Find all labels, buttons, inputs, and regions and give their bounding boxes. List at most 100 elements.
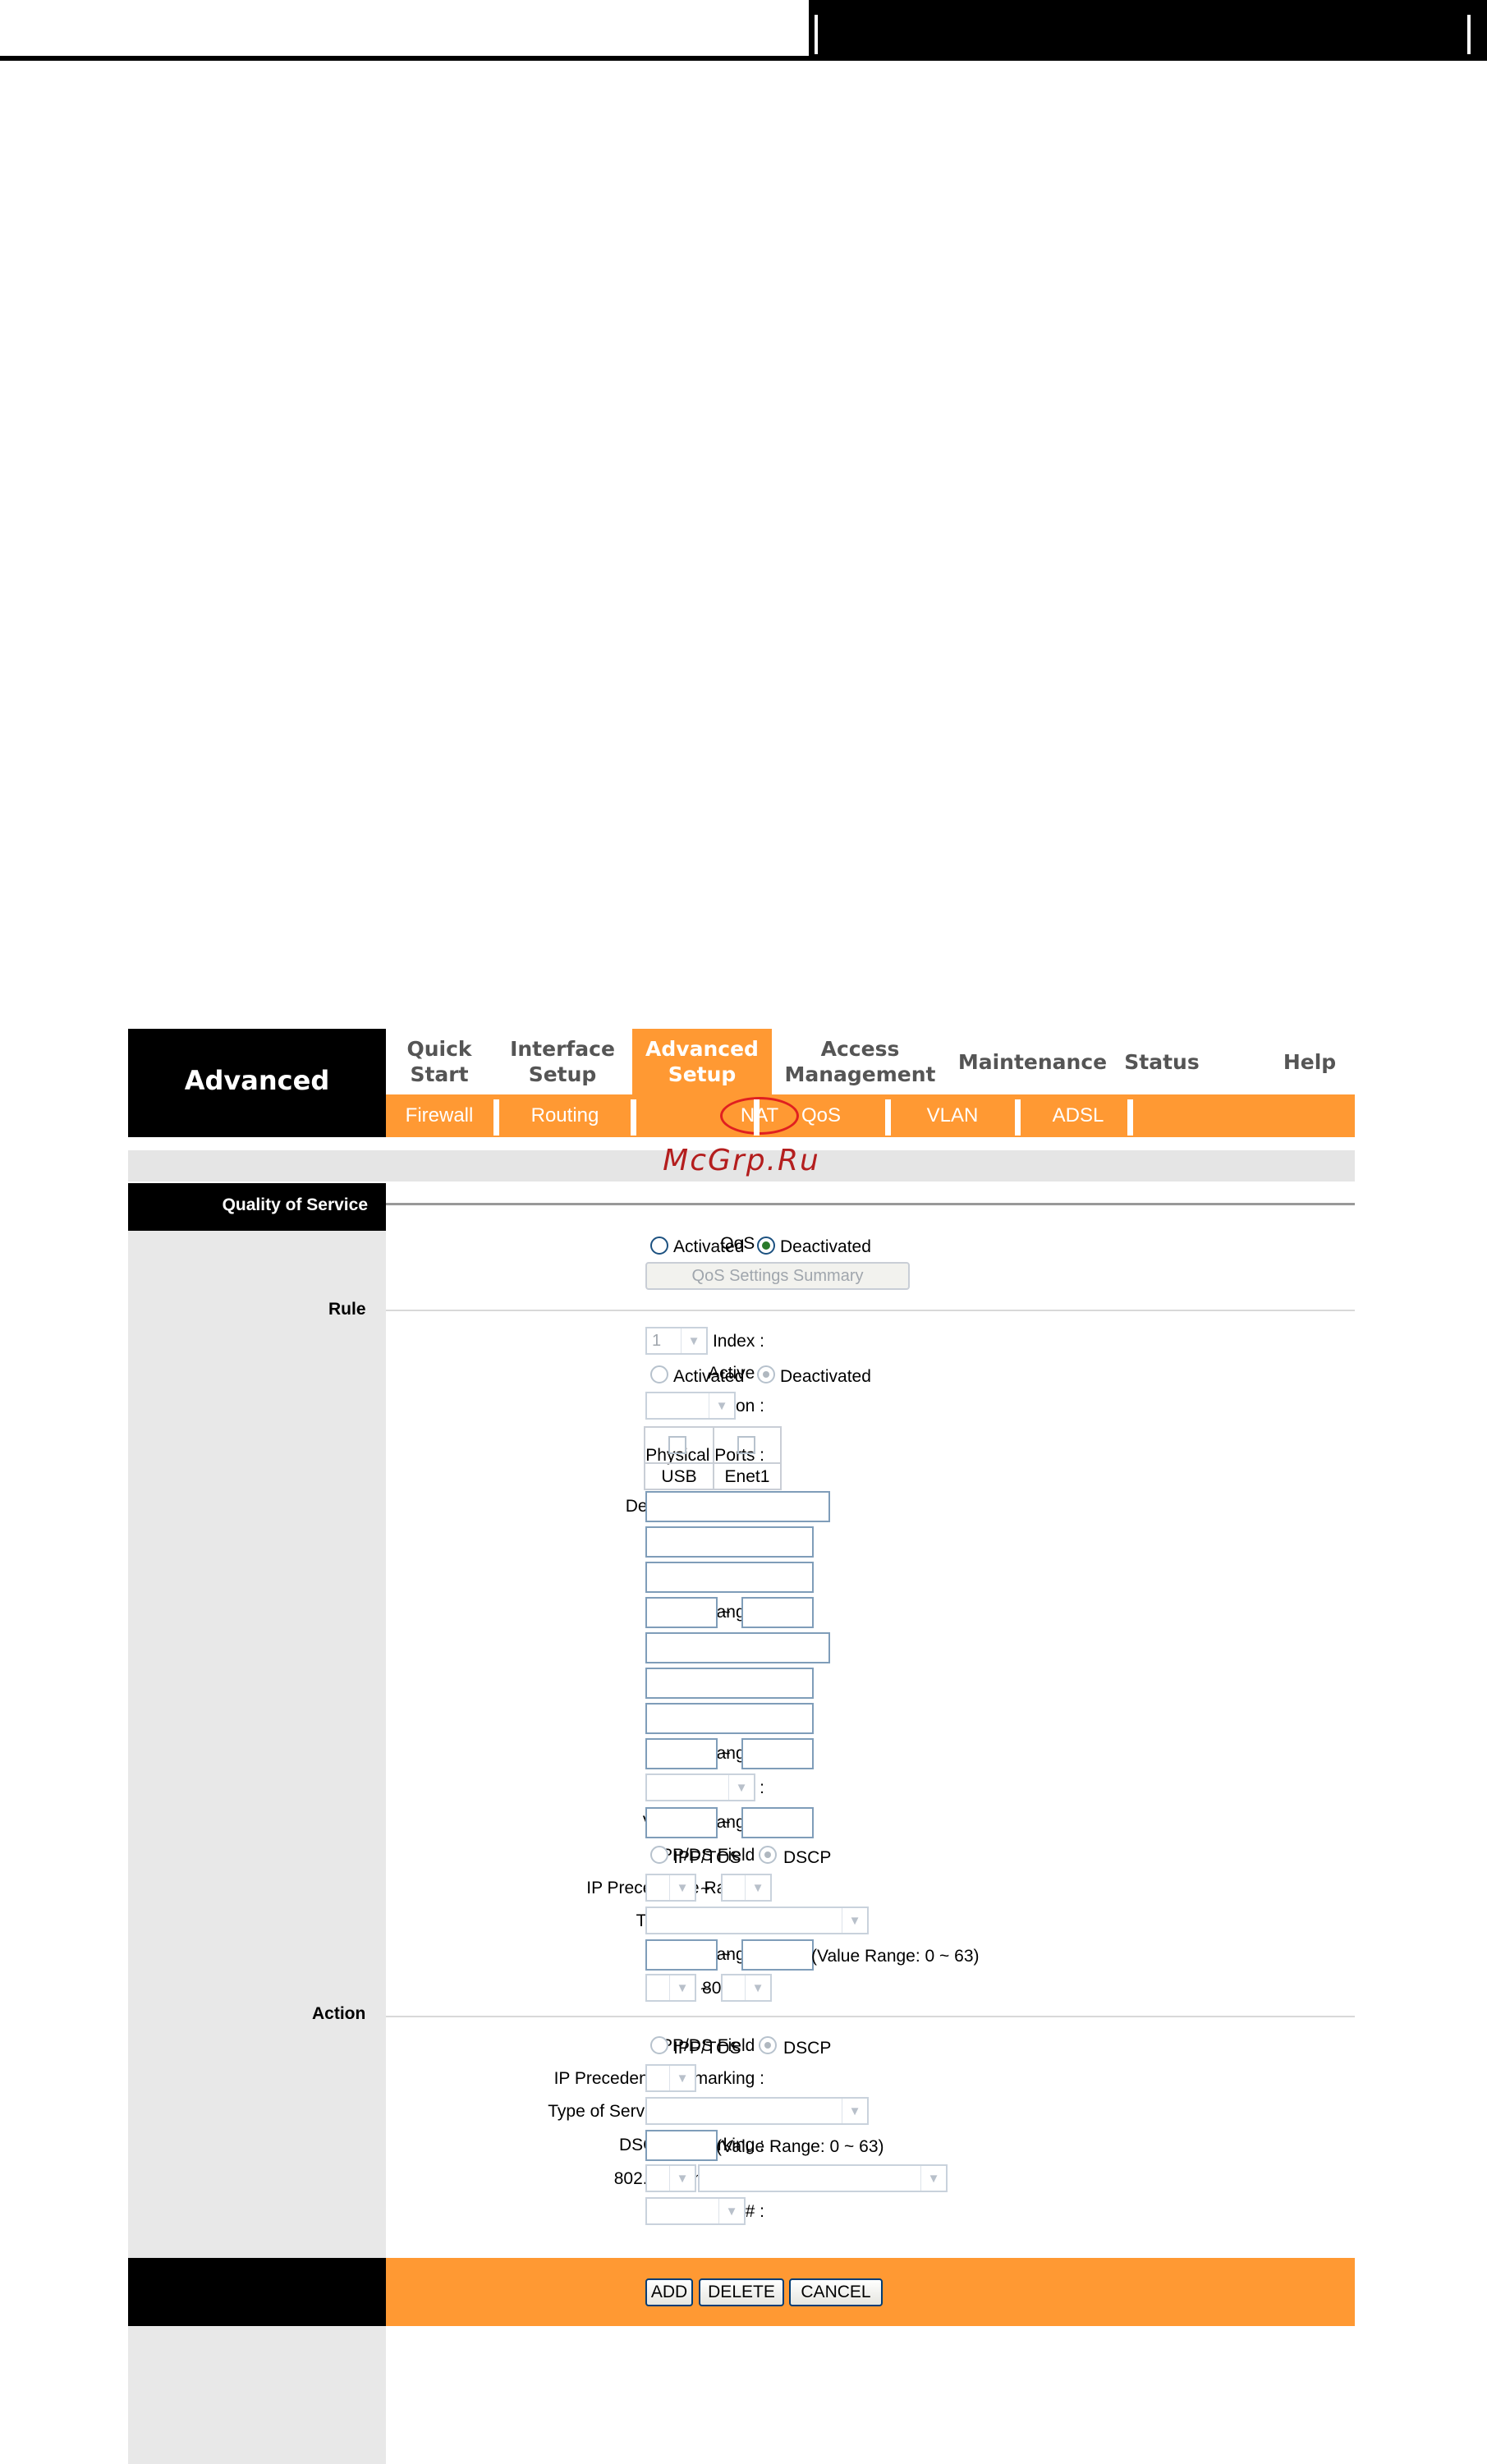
add-button[interactable]: ADD	[645, 2278, 693, 2306]
action-ipptos-radio[interactable]	[650, 2036, 668, 2054]
queue-select[interactable]: ▼	[645, 2197, 746, 2225]
active-activated-radio[interactable]	[650, 1365, 668, 1383]
subnav-routing[interactable]: Routing	[499, 1094, 631, 1137]
nav-label: Help	[1283, 1049, 1337, 1074]
nav-label: Quick Start	[406, 1037, 472, 1086]
section-title: Quality of Service	[222, 1195, 368, 1214]
action-divider	[386, 2016, 1355, 2017]
vlan-start-input[interactable]	[645, 1807, 718, 1838]
qos-activated-text: Activated	[673, 1237, 745, 1256]
dscp-range-hint: (Value Range: 0 ~ 63)	[811, 1947, 980, 1966]
tos-remarking-select[interactable]: ▼	[645, 2097, 869, 2125]
dscp-text: DSCP	[783, 1848, 832, 1867]
dest-ip-input[interactable]	[645, 1526, 814, 1558]
dest-port-range-label: Port Range :	[668, 1603, 764, 1622]
footer-left-block	[128, 2258, 386, 2326]
chevron-down-icon: ▼	[920, 2166, 946, 2191]
subnav-separator	[885, 1099, 891, 1136]
header-bar-mark-left	[815, 15, 818, 54]
brand-block-lower	[128, 1094, 386, 1137]
dot1p-end-select[interactable]: ▼	[721, 1974, 772, 2002]
src-ip-input[interactable]	[645, 1668, 814, 1699]
src-mask-input[interactable]	[645, 1703, 814, 1734]
action-dscp-radio[interactable]	[759, 2036, 777, 2054]
ip-precedence-remarking-label: IP Precedence Remarking :	[553, 2069, 764, 2088]
chevron-down-icon: ▼	[669, 2066, 695, 2090]
dot1p-remarking-select[interactable]: ▼	[645, 2164, 696, 2192]
range-separator: ~	[721, 1745, 731, 1763]
dest-port-end-input[interactable]	[741, 1597, 814, 1628]
usb-port-label: USB	[661, 1467, 697, 1486]
header-right-bar	[809, 0, 1487, 61]
subnav-vlan[interactable]: VLAN	[891, 1094, 1014, 1137]
dest-mask-input[interactable]	[645, 1562, 814, 1593]
protocol-id-select[interactable]: ▼	[645, 1773, 755, 1801]
nav-quick-start[interactable]: Quick Start	[386, 1029, 493, 1094]
nav-status[interactable]: Status	[1117, 1029, 1207, 1094]
ip-precedence-remarking-select[interactable]: ▼	[645, 2064, 696, 2092]
dscp-start-input[interactable]	[645, 1939, 718, 1971]
rule-divider	[386, 1310, 1355, 1311]
active-deactivated-text: Deactivated	[780, 1367, 871, 1386]
src-mac-input[interactable]	[645, 1632, 830, 1663]
ipptos-radio[interactable]	[650, 1846, 668, 1864]
header-left-rule	[0, 56, 809, 61]
range-separator: ~	[700, 1880, 710, 1898]
vlan-id-range-label: Vlan ID Range :	[643, 1813, 764, 1832]
enet1-port-checkbox[interactable]	[737, 1436, 755, 1454]
subnav-firewall[interactable]: Firewall	[386, 1094, 493, 1137]
subnav-separator	[754, 1099, 760, 1136]
rule-index-select[interactable]: 1 ▼	[645, 1327, 708, 1355]
application-select[interactable]: ▼	[645, 1392, 736, 1420]
qos-settings-summary-button[interactable]: QoS Settings Summary	[645, 1262, 910, 1290]
nav-label: Maintenance	[957, 1049, 1108, 1074]
nav-label: Status	[1124, 1049, 1200, 1074]
main-nav: Quick Start Interface Setup Advanced Set…	[386, 1029, 1355, 1094]
action-section-title: Action	[312, 2004, 366, 2023]
range-separator: ~	[721, 1946, 731, 1964]
subnav-label: Routing	[530, 1104, 599, 1126]
brand-title: Advanced	[184, 1065, 330, 1096]
dscp-radio[interactable]	[759, 1846, 777, 1864]
chevron-down-icon: ▼	[745, 1875, 770, 1900]
nav-label: Access Management	[784, 1037, 936, 1086]
cancel-button[interactable]: CANCEL	[789, 2278, 883, 2306]
nav-access-management[interactable]: Access Management	[772, 1029, 948, 1094]
active-deactivated-radio[interactable]	[757, 1365, 775, 1383]
nav-help[interactable]: Help	[1264, 1029, 1355, 1094]
src-port-end-input[interactable]	[741, 1738, 814, 1769]
subnav-separator	[631, 1099, 636, 1136]
dest-mac-input[interactable]	[645, 1491, 830, 1522]
delete-button[interactable]: DELETE	[699, 2278, 784, 2306]
dot1p-remarking-detail-select[interactable]: ▼	[698, 2164, 948, 2192]
subnav-separator	[1015, 1099, 1021, 1136]
subnav-label: ADSL	[1052, 1104, 1104, 1126]
subnav-qos[interactable]: QoS	[760, 1094, 883, 1137]
src-port-start-input[interactable]	[645, 1738, 718, 1769]
dest-port-start-input[interactable]	[645, 1597, 718, 1628]
nav-advanced-setup[interactable]: Advanced Setup	[632, 1029, 772, 1094]
type-of-service-select[interactable]: ▼	[645, 1907, 869, 1934]
action-ipptos-text: IPP/TOS	[673, 2039, 741, 2058]
nav-interface-setup[interactable]: Interface Setup	[493, 1029, 632, 1094]
dscp-remarking-input[interactable]	[645, 2130, 718, 2161]
ip-precedence-start-select[interactable]: ▼	[645, 1874, 696, 1902]
ip-precedence-end-select[interactable]: ▼	[721, 1874, 772, 1902]
dot1p-label: 802.1p :	[457, 1979, 764, 1998]
qos-activated-radio[interactable]	[650, 1237, 668, 1255]
qos-deactivated-radio[interactable]	[757, 1237, 775, 1255]
range-separator: ~	[721, 1604, 731, 1622]
dscp-end-input[interactable]	[741, 1939, 814, 1971]
section-title-block: Quality of Service	[128, 1183, 386, 1231]
action-dscp-text: DSCP	[783, 2039, 832, 2058]
range-separator: ~	[700, 1980, 710, 1998]
chevron-down-icon: ▼	[669, 1975, 695, 2000]
rule-index-value: 1	[652, 1332, 662, 1350]
subnav-adsl[interactable]: ADSL	[1021, 1094, 1136, 1137]
ipptos-text: IPP/TOS	[673, 1848, 741, 1867]
nav-maintenance[interactable]: Maintenance	[948, 1029, 1117, 1094]
usb-port-checkbox[interactable]	[668, 1436, 686, 1454]
physical-ports-table: USB Enet1	[644, 1426, 782, 1490]
dot1p-start-select[interactable]: ▼	[645, 1974, 696, 2002]
vlan-end-input[interactable]	[741, 1807, 814, 1838]
